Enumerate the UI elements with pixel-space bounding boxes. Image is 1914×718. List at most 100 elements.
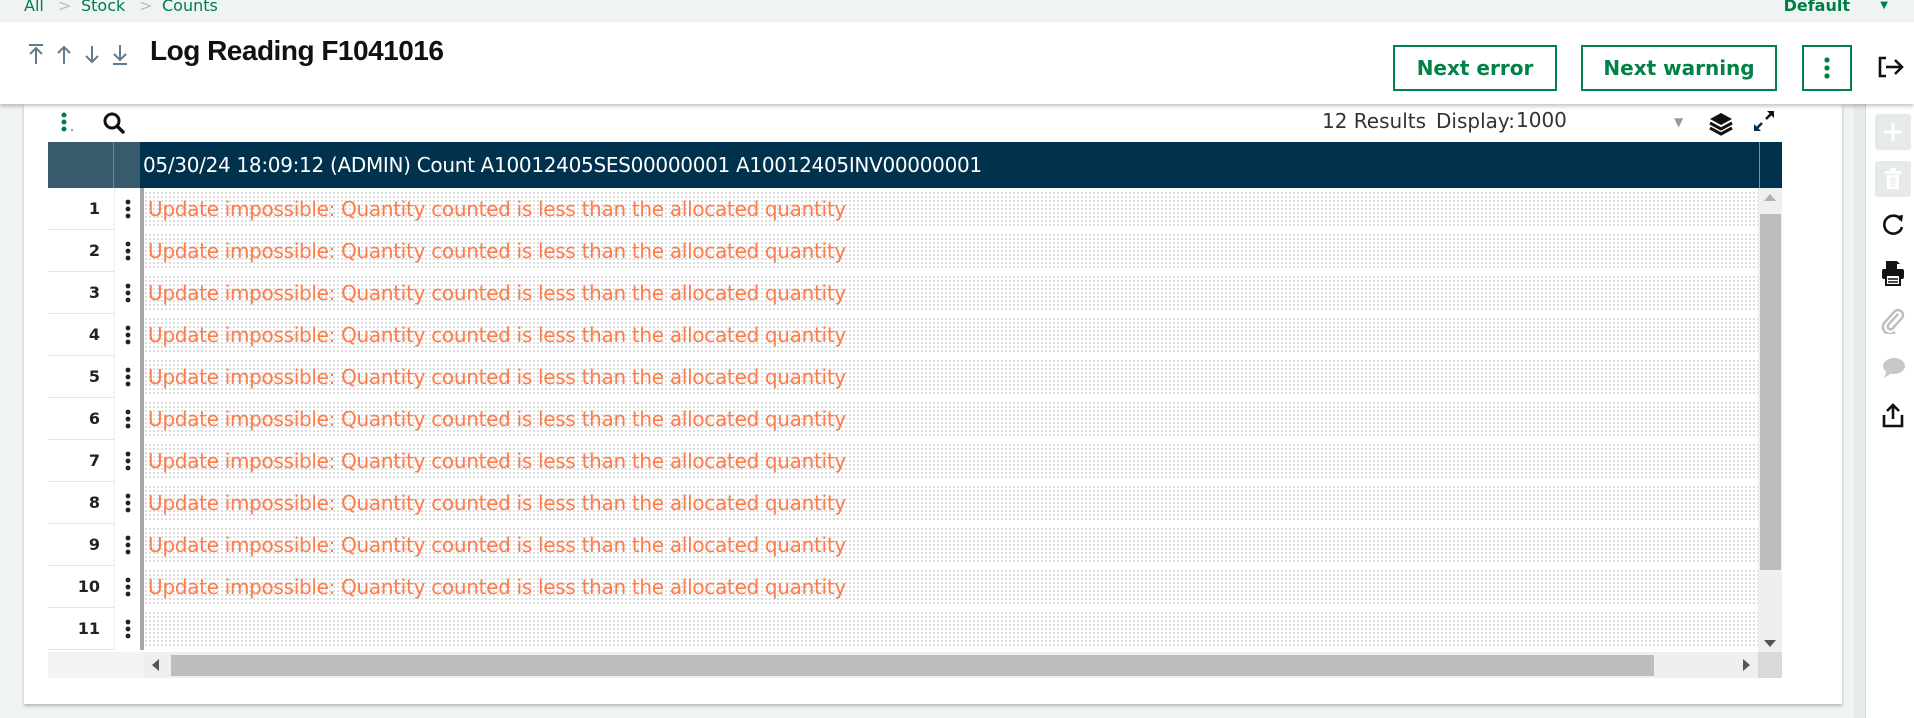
row-menu-button[interactable] — [114, 272, 140, 314]
scroll-right-icon[interactable] — [1743, 659, 1750, 671]
comment-icon[interactable] — [1875, 350, 1911, 386]
row-menu-button[interactable] — [114, 356, 140, 398]
table-row[interactable]: 8 Update impossible: Quantity counted is … — [48, 482, 1758, 524]
row-number: 2 — [48, 230, 114, 272]
next-error-button[interactable]: Next error — [1393, 45, 1557, 91]
vertical-scrollbar[interactable] — [1758, 188, 1782, 652]
last-record-icon[interactable] — [110, 42, 130, 66]
search-icon[interactable] — [102, 111, 126, 135]
row-number: 1 — [48, 188, 114, 230]
scrollbar-gutter — [48, 652, 144, 678]
layers-icon[interactable] — [1708, 110, 1734, 136]
delete-icon[interactable] — [1875, 161, 1911, 197]
log-message: Update impossible: Quantity counted is l… — [148, 575, 846, 599]
row-number: 6 — [48, 398, 114, 440]
log-message: Update impossible: Quantity counted is l… — [148, 407, 846, 431]
vertical-scroll-thumb[interactable] — [1760, 214, 1781, 570]
row-menu-button[interactable] — [114, 230, 140, 272]
right-action-bar — [1866, 104, 1914, 718]
scroll-down-icon[interactable] — [1764, 640, 1776, 647]
scroll-up-icon[interactable] — [1764, 194, 1776, 201]
row-number: 11 — [48, 608, 114, 650]
export-icon[interactable] — [1875, 398, 1911, 434]
more-actions-button[interactable] — [1802, 45, 1852, 91]
add-icon[interactable] — [1875, 114, 1911, 150]
next-warning-button[interactable]: Next warning — [1581, 45, 1777, 91]
expand-icon[interactable] — [1751, 108, 1777, 134]
horizontal-scroll-thumb[interactable] — [171, 655, 1654, 676]
log-message: Update impossible: Quantity counted is l… — [148, 491, 846, 515]
scrollbar-corner — [1758, 652, 1782, 678]
table-row[interactable]: 7 Update impossible: Quantity counted is … — [48, 440, 1758, 482]
grid-header: 05/30/24 18:09:12 (ADMIN) Count A1001240… — [48, 142, 1782, 188]
page-header: Log Reading F1041016 Next error Next war… — [0, 22, 1914, 104]
next-record-icon[interactable] — [82, 42, 102, 66]
row-number: 7 — [48, 440, 114, 482]
print-icon[interactable] — [1875, 255, 1911, 291]
row-menu-button[interactable] — [114, 398, 140, 440]
table-row[interactable]: 9 Update impossible: Quantity counted is … — [48, 524, 1758, 566]
grid-body: 1 Update impossible: Quantity counted is … — [48, 188, 1758, 652]
more-vertical-icon — [125, 367, 130, 387]
log-message: Update impossible: Quantity counted is l… — [148, 449, 846, 473]
row-menu-button[interactable] — [114, 440, 140, 482]
row-menu-button[interactable] — [114, 188, 140, 230]
caret-down-icon[interactable]: ▼ — [1880, 0, 1888, 11]
row-menu-button[interactable] — [114, 608, 140, 650]
table-row[interactable]: 1 Update impossible: Quantity counted is … — [48, 188, 1758, 230]
log-message: Update impossible: Quantity counted is l… — [148, 197, 846, 221]
scroll-left-icon[interactable] — [152, 659, 159, 671]
breadcrumb-all[interactable]: All — [24, 0, 44, 15]
more-vertical-icon — [125, 493, 130, 513]
breadcrumb-separator: > — [58, 0, 72, 15]
row-number: 10 — [48, 566, 114, 608]
table-row[interactable]: 4 Update impossible: Quantity counted is … — [48, 314, 1758, 356]
page-title: Log Reading F1041016 — [150, 35, 444, 66]
display-count-select[interactable]: 1000 — [1516, 108, 1696, 136]
table-row[interactable]: 2 Update impossible: Quantity counted is … — [48, 230, 1758, 272]
more-vertical-icon — [125, 619, 130, 639]
more-vertical-icon — [125, 199, 130, 219]
log-message: Update impossible: Quantity counted is l… — [148, 533, 846, 557]
log-message: Update impossible: Quantity counted is l… — [148, 239, 846, 263]
table-row[interactable]: 11 — [48, 608, 1758, 650]
row-number-header — [48, 142, 114, 188]
log-message: Update impossible: Quantity counted is l… — [148, 323, 846, 347]
more-vertical-icon — [125, 325, 130, 345]
table-row[interactable]: 3 Update impossible: Quantity counted is … — [48, 272, 1758, 314]
breadcrumb-counts[interactable]: Counts — [162, 0, 218, 15]
table-row[interactable]: 6 Update impossible: Quantity counted is … — [48, 398, 1758, 440]
row-menu-button[interactable] — [114, 566, 140, 608]
row-number: 9 — [48, 524, 114, 566]
row-menu-button[interactable] — [114, 482, 140, 524]
results-count: 12 Results — [1322, 109, 1427, 133]
row-number: 8 — [48, 482, 114, 524]
refresh-icon[interactable] — [1875, 207, 1911, 243]
more-vertical-icon — [125, 283, 130, 303]
breadcrumb: All > Stock > Counts Default ▼ — [0, 0, 1914, 22]
column-divider — [1759, 142, 1760, 188]
more-vertical-icon — [125, 241, 130, 261]
display-label: Display: — [1436, 109, 1516, 133]
record-navigation — [26, 42, 130, 66]
previous-record-icon[interactable] — [54, 42, 74, 66]
row-action-header — [114, 142, 140, 188]
horizontal-scrollbar[interactable] — [48, 652, 1758, 678]
table-row[interactable]: 10 Update impossible: Quantity counted is… — [48, 566, 1758, 608]
caret-down-icon[interactable]: ▼ — [1674, 115, 1683, 129]
row-menu-button[interactable] — [114, 314, 140, 356]
exit-icon[interactable] — [1877, 55, 1905, 79]
row-menu-button[interactable] — [114, 524, 140, 566]
attachment-icon[interactable] — [1875, 303, 1911, 339]
log-header-title: 05/30/24 18:09:12 (ADMIN) Count A1001240… — [143, 153, 982, 177]
row-number: 4 — [48, 314, 114, 356]
table-row[interactable]: 5 Update impossible: Quantity counted is … — [48, 356, 1758, 398]
profile-selector[interactable]: Default — [1784, 0, 1850, 15]
breadcrumb-stock[interactable]: Stock — [81, 0, 125, 15]
log-message: Update impossible: Quantity counted is l… — [148, 365, 846, 389]
row-number: 5 — [48, 356, 114, 398]
first-record-icon[interactable] — [26, 42, 46, 66]
more-vertical-icon — [125, 577, 130, 597]
grid-menu-icon[interactable] — [58, 110, 78, 134]
sidebar-divider — [1854, 104, 1866, 718]
